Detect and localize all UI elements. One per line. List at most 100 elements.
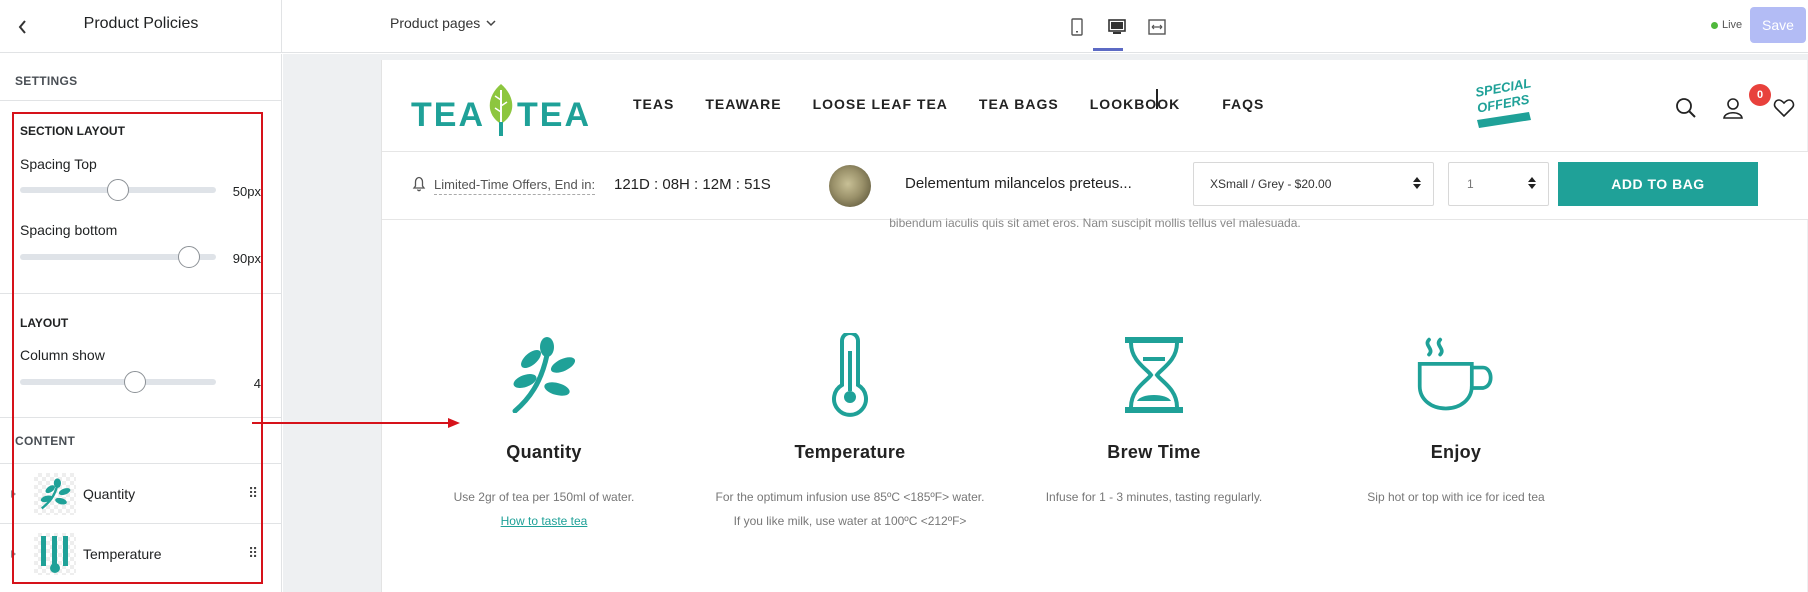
nav-divider bbox=[1156, 89, 1158, 109]
thermometer-icon bbox=[34, 532, 76, 575]
how-to-taste-link[interactable]: How to taste tea bbox=[501, 514, 588, 528]
divider bbox=[0, 417, 282, 418]
policy-description: Infuse for 1 - 3 minutes, tasting regula… bbox=[1004, 485, 1304, 509]
policy-title: Temperature bbox=[794, 442, 906, 462]
policy-description-line: Sip hot or top with ice for iced tea bbox=[1367, 490, 1545, 504]
policy-title: Brew Time bbox=[1107, 442, 1201, 462]
policy-item-quantity: Quantity Use 2gr of tea per 150ml of wat… bbox=[394, 330, 694, 533]
fullwidth-view-button[interactable] bbox=[1142, 12, 1172, 42]
quantity-stepper[interactable] bbox=[1528, 177, 1536, 189]
svg-text:TEA: TEA bbox=[411, 96, 485, 134]
hourglass-icon bbox=[1114, 330, 1194, 420]
policy-description-line: If you like milk, use water at 100ºC <21… bbox=[733, 514, 967, 528]
nav-item-lookbook[interactable]: LOOKBOOK bbox=[1090, 96, 1180, 112]
editor-topbar: Product Policies Product pages Live Save bbox=[0, 0, 1808, 53]
section-layout-heading: SECTION LAYOUT bbox=[20, 124, 125, 138]
policy-item-temperature: Temperature For the optimum infusion use… bbox=[700, 330, 1000, 533]
nav-item-loose-leaf-tea[interactable]: LOOSE LEAF TEA bbox=[813, 96, 948, 112]
desktop-view-button[interactable] bbox=[1102, 12, 1132, 42]
policy-description-line: For the optimum infusion use 85ºC <185ºF… bbox=[715, 490, 985, 504]
store-logo[interactable]: TEA TEA bbox=[411, 78, 599, 138]
expand-horizontal-icon bbox=[1148, 19, 1166, 35]
countdown-timer: 121D : 08H : 12M : 51S bbox=[614, 176, 771, 193]
policy-description-line: Infuse for 1 - 3 minutes, tasting regula… bbox=[1045, 490, 1263, 504]
quantity-input[interactable]: 1 bbox=[1448, 162, 1549, 206]
preview-canvas: TEA TEA TEAS TEAWARE LOOSE LEAF TEA TEA … bbox=[283, 54, 1808, 592]
variant-value: XSmall / Grey - $20.00 bbox=[1210, 177, 1332, 191]
live-status: Live bbox=[1711, 19, 1742, 31]
spacing-bottom-value: 90px bbox=[232, 251, 261, 266]
policy-description: Use 2gr of tea per 150ml of water. How t… bbox=[394, 485, 694, 533]
theme-editor: Product Policies Product pages Live Save… bbox=[0, 0, 1808, 592]
layout-heading: LAYOUT bbox=[20, 316, 69, 330]
divider bbox=[0, 100, 282, 101]
cart-count-badge: 0 bbox=[1749, 84, 1771, 106]
store-preview: TEA TEA TEAS TEAWARE LOOSE LEAF TEA TEA … bbox=[381, 60, 1808, 592]
live-dot-icon bbox=[1711, 21, 1718, 29]
policy-description-line: Use 2gr of tea per 150ml of water. bbox=[453, 490, 635, 504]
variant-select[interactable]: XSmall / Grey - $20.00 bbox=[1193, 162, 1434, 206]
section-description: bibendum iaculis quis sit amet eros. Nam… bbox=[889, 216, 1301, 230]
column-show-label: Column show bbox=[20, 347, 105, 363]
settings-heading: SETTINGS bbox=[15, 74, 78, 88]
save-button[interactable]: Save bbox=[1750, 7, 1806, 43]
main-nav: TEAS TEAWARE LOOSE LEAF TEA TEA BAGS LOO… bbox=[633, 96, 1295, 112]
product-name[interactable]: Delementum milancelos preteus... bbox=[905, 175, 1132, 192]
wishlist-heart-icon[interactable] bbox=[1770, 94, 1798, 122]
column-show-value: 4 bbox=[253, 376, 261, 391]
spacing-bottom-slider[interactable] bbox=[20, 246, 216, 268]
mobile-icon bbox=[1071, 18, 1083, 36]
product-thumbnail[interactable] bbox=[829, 165, 871, 207]
thermometer-icon bbox=[810, 330, 890, 420]
nav-item-tea-bags[interactable]: TEA BAGS bbox=[979, 96, 1059, 112]
mobile-view-button[interactable] bbox=[1062, 12, 1092, 42]
policy-item-enjoy: Enjoy Sip hot or top with ice for iced t… bbox=[1306, 330, 1606, 509]
spacing-top-value: 50px bbox=[232, 184, 261, 199]
expand-caret-icon[interactable] bbox=[11, 489, 16, 498]
sticky-add-to-cart-bar: Limited-Time Offers, End in: 121D : 08H … bbox=[382, 151, 1808, 220]
nav-item-faqs[interactable]: FAQS bbox=[1222, 96, 1264, 112]
content-item-temperature[interactable]: Temperature ⠿ bbox=[0, 523, 282, 583]
nav-item-teas[interactable]: TEAS bbox=[633, 96, 674, 112]
spacing-top-slider[interactable] bbox=[20, 179, 216, 201]
spacing-top-slider-thumb[interactable] bbox=[107, 179, 129, 201]
account-icon[interactable] bbox=[1719, 94, 1747, 122]
policy-item-brew-time: Brew Time Infuse for 1 - 3 minutes, tast… bbox=[1004, 330, 1304, 509]
drag-handle-icon[interactable]: ⠿ bbox=[248, 545, 258, 562]
svg-text:TEA: TEA bbox=[517, 96, 591, 134]
expand-caret-icon[interactable] bbox=[11, 549, 16, 558]
column-show-slider-thumb[interactable] bbox=[124, 371, 146, 393]
divider bbox=[0, 293, 282, 294]
offer-label: Limited-Time Offers, End in: bbox=[434, 177, 596, 195]
content-item-quantity[interactable]: Quantity ⠿ bbox=[0, 463, 282, 523]
policy-title: Enjoy bbox=[1430, 442, 1482, 462]
sprig-icon bbox=[34, 472, 76, 515]
settings-sidebar: SETTINGS SECTION LAYOUT Spacing Top 50px… bbox=[0, 54, 282, 592]
sidebar-title: Product Policies bbox=[83, 15, 199, 32]
policy-description: Sip hot or top with ice for iced tea bbox=[1306, 485, 1606, 509]
bell-icon bbox=[412, 176, 426, 192]
policy-description: For the optimum infusion use 85ºC <185ºF… bbox=[700, 485, 1000, 533]
sidebar-header: Product Policies bbox=[0, 0, 282, 53]
store-header: TEA TEA TEAS TEAWARE LOOSE LEAF TEA TEA … bbox=[382, 60, 1808, 151]
teacup-icon bbox=[1416, 330, 1496, 420]
column-show-slider[interactable] bbox=[20, 371, 216, 393]
policy-title: Quantity bbox=[506, 442, 582, 462]
quantity-value: 1 bbox=[1467, 177, 1474, 191]
special-offers-badge[interactable]: SPECIAL OFFERS bbox=[1463, 74, 1545, 132]
search-icon[interactable] bbox=[1672, 94, 1700, 122]
spacing-bottom-slider-thumb[interactable] bbox=[178, 246, 200, 268]
select-arrows-icon bbox=[1413, 177, 1421, 189]
page-selector[interactable]: Product pages bbox=[390, 15, 496, 31]
sprig-icon bbox=[504, 330, 584, 420]
page-selector-label: Product pages bbox=[390, 15, 481, 31]
spacing-top-label: Spacing Top bbox=[20, 156, 97, 172]
chevron-down-icon bbox=[486, 19, 496, 26]
drag-handle-icon[interactable]: ⠿ bbox=[248, 485, 258, 502]
spacing-bottom-label: Spacing bottom bbox=[20, 222, 118, 238]
nav-item-teaware[interactable]: TEAWARE bbox=[705, 96, 781, 112]
content-heading: CONTENT bbox=[15, 434, 76, 448]
active-device-indicator bbox=[1093, 48, 1123, 51]
device-switcher bbox=[1062, 12, 1172, 42]
add-to-bag-button[interactable]: ADD TO BAG bbox=[1558, 162, 1758, 206]
